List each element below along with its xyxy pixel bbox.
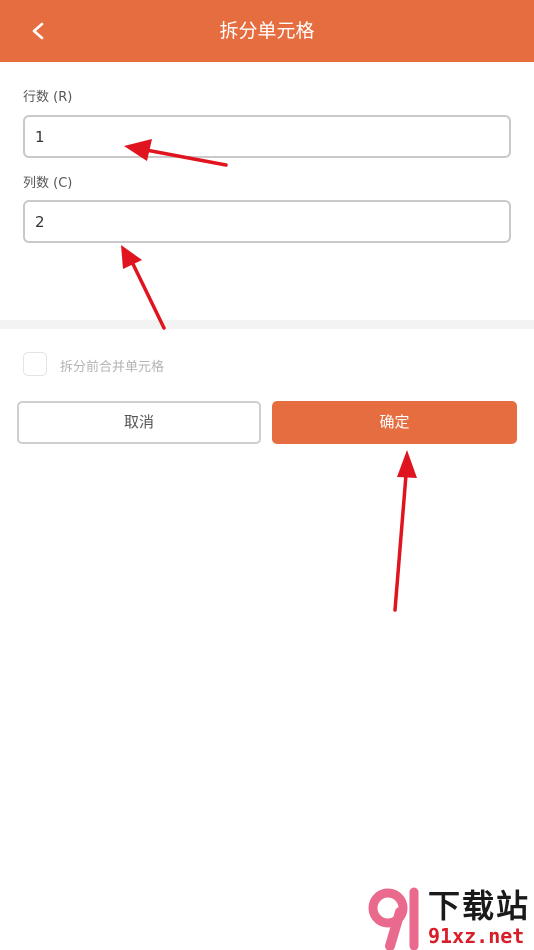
ok-button[interactable]: 确定 (272, 401, 517, 444)
section-divider (0, 320, 534, 329)
page-title: 拆分单元格 (219, 20, 315, 42)
merge-before-split-label: 拆分前合并单元格 (60, 360, 165, 375)
arrow-to-ok-button (393, 450, 417, 612)
watermark-logo-icon (368, 887, 419, 950)
watermark-url: 91xz.net (428, 924, 525, 948)
watermark-title: 下载站 (428, 887, 531, 925)
rows-label: 行数 (R) (23, 90, 73, 105)
columns-input[interactable] (23, 200, 511, 243)
columns-label: 列数 (C) (23, 176, 73, 191)
app-header: 拆分单元格 (0, 0, 534, 62)
cancel-button[interactable]: 取消 (17, 401, 261, 444)
rows-input[interactable] (23, 115, 511, 158)
arrow-to-columns-input (121, 245, 166, 330)
watermark: 下载站 91xz.net (360, 886, 534, 950)
merge-before-split-checkbox[interactable] (23, 352, 47, 376)
